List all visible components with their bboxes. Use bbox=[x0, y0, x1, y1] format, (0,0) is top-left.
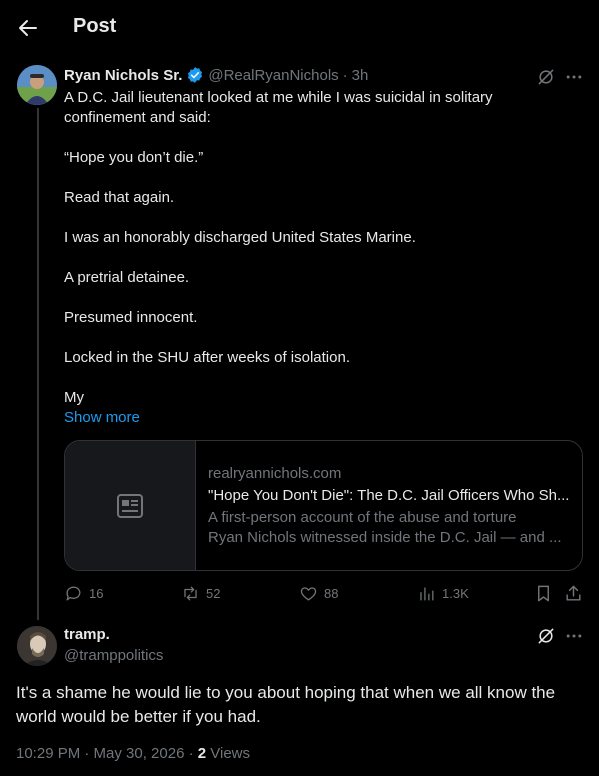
like-count: 88 bbox=[324, 586, 339, 601]
author-name[interactable]: Ryan Nichols Sr. bbox=[64, 67, 182, 84]
reply-avatar[interactable] bbox=[17, 626, 57, 666]
more-icon[interactable] bbox=[564, 67, 584, 87]
views-button[interactable]: 1.3K bbox=[417, 584, 469, 603]
views-count: 1.3K bbox=[442, 586, 469, 601]
separator: · bbox=[342, 66, 348, 84]
repost-icon bbox=[184, 586, 197, 601]
card-desc-line: A first-person account of the abuse and … bbox=[208, 509, 517, 526]
grok-icon[interactable] bbox=[536, 626, 556, 646]
views-chart-icon bbox=[420, 587, 434, 601]
reply-count: 16 bbox=[89, 586, 104, 601]
card-desc-line: Ryan Nichols witnessed inside the D.C. J… bbox=[208, 529, 562, 546]
heart-icon bbox=[300, 587, 317, 601]
repost-button[interactable]: 52 bbox=[181, 584, 220, 603]
reply-timestamp[interactable]: 10:29 PM · May 30, 2026 · bbox=[16, 745, 198, 762]
thread-line bbox=[37, 108, 39, 620]
reply-author-handle[interactable]: @tramppolitics bbox=[64, 647, 163, 664]
repost-count: 52 bbox=[206, 586, 221, 601]
post-paragraph: A D.C. Jail lieutenant looked at me whil… bbox=[64, 89, 493, 126]
post-paragraph: My bbox=[64, 389, 84, 406]
article-icon bbox=[117, 494, 143, 518]
post-paragraph: I was an honorably discharged United Sta… bbox=[64, 229, 416, 246]
post-time[interactable]: 3h bbox=[352, 67, 369, 84]
card-description: A first-person account of the abuse and … bbox=[208, 508, 573, 548]
author-handle[interactable]: @RealRyanNichols bbox=[208, 67, 338, 84]
post-paragraph: “Hope you don’t die.” bbox=[64, 149, 204, 166]
bookmark-icon[interactable] bbox=[534, 584, 553, 603]
card-domain: realryannichols.com bbox=[208, 465, 342, 482]
post-paragraph: A pretrial detainee. bbox=[64, 269, 190, 286]
post-body: A D.C. Jail lieutenant looked at me whil… bbox=[64, 88, 564, 428]
reply-views-count: 2 bbox=[197, 745, 207, 762]
show-more-link[interactable]: Show more bbox=[64, 408, 564, 428]
reply-text: It's a shame he would lie to you about h… bbox=[16, 683, 556, 726]
card-thumbnail bbox=[65, 441, 196, 570]
reply-avatar-image bbox=[17, 626, 57, 666]
more-icon[interactable] bbox=[564, 626, 584, 646]
post-header: Ryan Nichols Sr. @RealRyanNichols · 3h bbox=[64, 66, 368, 84]
author-avatar[interactable] bbox=[17, 65, 57, 105]
card-title: "Hope You Don't Die": The D.C. Jail Offi… bbox=[208, 487, 570, 504]
reply-views-label: Views bbox=[206, 745, 251, 762]
author-avatar-image bbox=[17, 65, 57, 105]
reply-meta: 10:29 PM · May 30, 2026 · 2 Views bbox=[16, 745, 250, 762]
link-card[interactable]: realryannichols.com "Hope You Don't Die"… bbox=[64, 440, 583, 571]
reply-author-name[interactable]: tramp. bbox=[64, 626, 110, 643]
like-button[interactable]: 88 bbox=[299, 584, 338, 603]
post-paragraph: Read that again. bbox=[64, 189, 175, 206]
post-paragraph: Locked in the SHU after weeks of isolati… bbox=[64, 349, 350, 366]
back-arrow-icon[interactable] bbox=[16, 16, 40, 40]
reply-button[interactable]: 16 bbox=[64, 584, 103, 603]
share-icon[interactable] bbox=[564, 584, 583, 603]
reply-icon bbox=[66, 586, 81, 601]
page-title: Post bbox=[73, 15, 117, 37]
post-paragraph: Presumed innocent. bbox=[64, 309, 198, 326]
verified-badge-icon bbox=[188, 67, 203, 83]
grok-icon[interactable] bbox=[536, 67, 556, 87]
